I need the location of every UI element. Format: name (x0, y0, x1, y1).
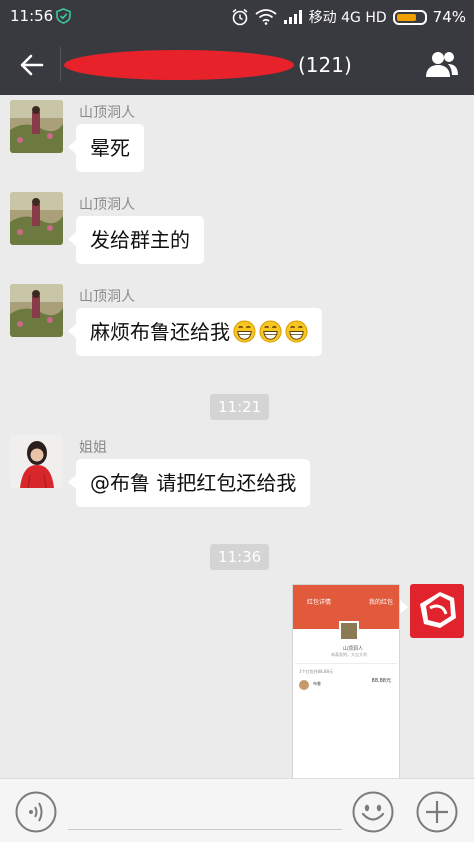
red-packet-amount: 88.88元 (371, 678, 391, 684)
sender-thumbnail (339, 621, 359, 641)
carrier-label: 移动 4G HD (308, 10, 387, 26)
red-packet-caption: 1个红包共88.88元 (299, 669, 333, 674)
battery-percent: 74% (432, 8, 466, 26)
receiver-avatar (299, 680, 309, 690)
sender-name: 姐姐 (79, 440, 107, 456)
red-packet-record: 我的红包 (368, 599, 393, 606)
message-bubble[interactable]: 发给群主的 (68, 216, 204, 264)
alarm-icon (232, 8, 248, 26)
chat-title: (121) (64, 49, 352, 81)
back-arrow-icon[interactable] (18, 51, 46, 79)
status-time: 11:56 (10, 7, 54, 25)
emoji-smiley-icon[interactable] (352, 791, 394, 833)
wifi-icon (255, 9, 277, 25)
message-bubble[interactable]: 晕死 (68, 124, 144, 172)
grin-emoji-icon (233, 320, 256, 343)
timestamp: 11:36 (210, 544, 270, 570)
status-bar: 11:56 移动 4G HD 74% (0, 0, 474, 33)
group-members-icon[interactable] (424, 49, 460, 79)
timestamp: 11:21 (210, 394, 270, 420)
sender-name: 山顶洞人 (79, 289, 135, 305)
grin-emoji-icon (259, 320, 282, 343)
sent-image-message[interactable]: 红包详情 我的红包 山顶洞人 恭喜发财，大吉大利 1个红包共88.88元 布鲁 … (292, 584, 400, 780)
voice-icon[interactable] (15, 791, 57, 833)
avatar[interactable] (10, 284, 63, 337)
sender-name: 山顶洞人 (79, 105, 135, 121)
plus-icon[interactable] (416, 791, 458, 833)
red-packet-title: 红包详情 (307, 599, 332, 606)
header-divider (60, 47, 61, 81)
battery-icon (392, 9, 427, 25)
sender-name: 山顶洞人 (79, 197, 135, 213)
signal-icon (283, 10, 302, 24)
message-bubble[interactable]: 麻烦布鲁还给我 (68, 308, 322, 356)
group-member-count: (121) (298, 53, 352, 77)
avatar[interactable] (10, 192, 63, 245)
avatar[interactable] (10, 100, 63, 153)
message-text: 麻烦布鲁还给我 (90, 320, 230, 344)
chat-header: (121) (0, 33, 474, 95)
input-bar (0, 778, 474, 842)
divider (295, 663, 397, 664)
message-bubble[interactable]: @布鲁 请把红包还给我 (67, 459, 311, 507)
red-packet-sender-name: 山顶洞人 (343, 646, 364, 652)
shield-icon (56, 8, 71, 24)
my-avatar[interactable] (410, 584, 464, 638)
redacted-group-name (64, 50, 294, 80)
message-input[interactable] (68, 829, 342, 830)
red-packet-subtitle: 恭喜发财，大吉大利 (331, 652, 367, 657)
grin-emoji-icon (285, 320, 308, 343)
receiver-name: 布鲁 (313, 681, 321, 686)
bubble-tail (400, 600, 408, 614)
avatar[interactable] (10, 435, 63, 488)
